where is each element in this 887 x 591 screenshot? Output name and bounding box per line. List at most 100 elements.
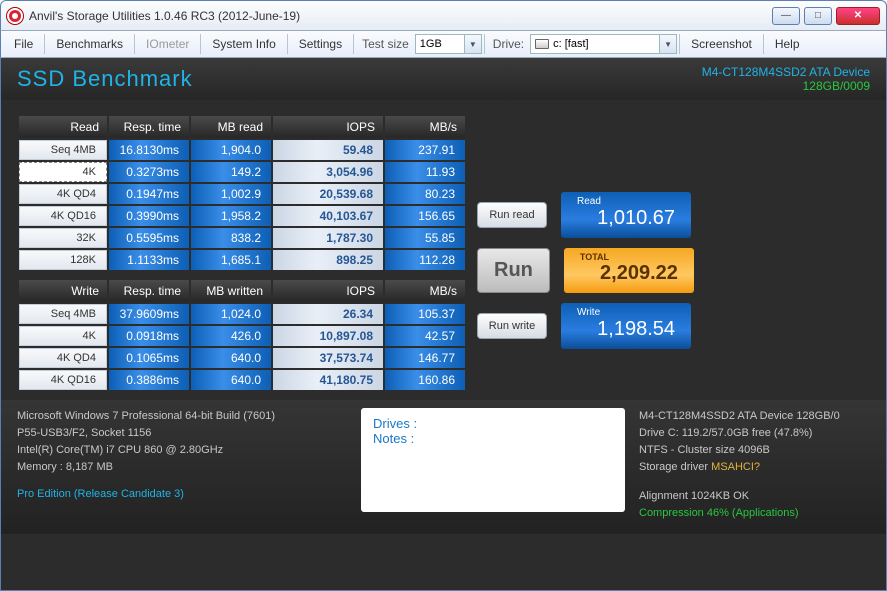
run-button[interactable]: Run xyxy=(477,248,550,293)
table-row: 4K QD40.1065ms640.037,573.74146.77 xyxy=(19,348,465,368)
close-button[interactable]: ✕ xyxy=(836,7,880,25)
cell-value: 0.3990ms xyxy=(109,206,189,226)
sys-line: Intel(R) Core(TM) i7 CPU 860 @ 2.80GHz xyxy=(17,442,347,459)
col-mb-written: MB written xyxy=(191,280,271,302)
cell-value: 1,958.2 xyxy=(191,206,271,226)
sys-line: Microsoft Windows 7 Professional 64-bit … xyxy=(17,408,347,425)
cell-value: 41,180.75 xyxy=(273,370,383,390)
drive-line: NTFS - Cluster size 4096B xyxy=(639,442,870,459)
run-write-button[interactable]: Run write xyxy=(477,313,547,339)
read-score-label: Read xyxy=(577,196,675,207)
col-resp-time: Resp. time xyxy=(109,116,189,138)
table-row: 4K QD40.1947ms1,002.920,539.6880.23 xyxy=(19,184,465,204)
cell-value: 237.91 xyxy=(385,140,465,160)
cell-value: 1,904.0 xyxy=(191,140,271,160)
chevron-down-icon[interactable]: ▼ xyxy=(465,34,482,54)
device-capacity: 128GB/0009 xyxy=(702,79,870,93)
menu-screenshot[interactable]: Screenshot xyxy=(682,33,761,55)
minimize-button[interactable]: — xyxy=(772,7,800,25)
cell-value: 11.93 xyxy=(385,162,465,182)
table-row: Seq 4MB16.8130ms1,904.059.48237.91 xyxy=(19,140,465,160)
cell-value: 0.1947ms xyxy=(109,184,189,204)
drive-line: Compression 46% (Applications) xyxy=(639,505,870,522)
cell-value: 42.57 xyxy=(385,326,465,346)
cell-value: 640.0 xyxy=(191,370,271,390)
drive-line: Drive C: 119.2/57.0GB free (47.8%) xyxy=(639,425,870,442)
drive-combo[interactable]: c: [fast] ▼ xyxy=(530,34,677,54)
cell-value: 1,024.0 xyxy=(191,304,271,324)
drive-info-block: M4-CT128M4SSD2 ATA Device 128GB/0 Drive … xyxy=(639,408,870,522)
col-iops: IOPS xyxy=(273,280,383,302)
row-label[interactable]: 4K QD4 xyxy=(19,184,107,204)
sys-line: P55-USB3/F2, Socket 1156 xyxy=(17,425,347,442)
write-score-value: 1,198.54 xyxy=(577,318,675,341)
table-row: 4K QD160.3886ms640.041,180.75160.86 xyxy=(19,370,465,390)
page-title: SSD Benchmark xyxy=(17,66,702,92)
cell-value: 26.34 xyxy=(273,304,383,324)
drive-line: Alignment 1024KB OK xyxy=(639,488,870,505)
row-label[interactable]: 4K xyxy=(19,162,107,182)
row-label[interactable]: 4K QD4 xyxy=(19,348,107,368)
notes-box[interactable]: Drives : Notes : xyxy=(361,408,625,512)
maximize-button[interactable]: □ xyxy=(804,7,832,25)
total-score-value: 2,209.22 xyxy=(580,262,678,285)
cell-value: 0.3886ms xyxy=(109,370,189,390)
table-row: 4K0.0918ms426.010,897.0842.57 xyxy=(19,326,465,346)
sys-line: Memory : 8,187 MB xyxy=(17,459,347,476)
drive-value[interactable]: c: [fast] xyxy=(530,34,660,54)
row-label[interactable]: 4K QD16 xyxy=(19,206,107,226)
menu-file[interactable]: File xyxy=(5,33,42,55)
row-label[interactable]: Seq 4MB xyxy=(19,304,107,324)
read-table: Read Resp. time MB read IOPS MB/s Seq 4M… xyxy=(17,114,467,272)
edition-label: Pro Edition (Release Candidate 3) xyxy=(17,486,184,503)
test-size-value[interactable]: 1GB xyxy=(415,34,465,54)
cell-value: 1,002.9 xyxy=(191,184,271,204)
col-iops: IOPS xyxy=(273,116,383,138)
cell-value: 40,103.67 xyxy=(273,206,383,226)
cell-value: 1,787.30 xyxy=(273,228,383,248)
row-label[interactable]: 32K xyxy=(19,228,107,248)
col-mb-read: MB read xyxy=(191,116,271,138)
toolbar: File Benchmarks IOmeter System Info Sett… xyxy=(0,30,887,58)
cell-value: 37,573.74 xyxy=(273,348,383,368)
write-score-box: Write 1,198.54 xyxy=(561,303,691,349)
cell-value: 156.65 xyxy=(385,206,465,226)
cell-value: 426.0 xyxy=(191,326,271,346)
drive-line: M4-CT128M4SSD2 ATA Device 128GB/0 xyxy=(639,408,870,425)
cell-value: 146.77 xyxy=(385,348,465,368)
cell-value: 55.85 xyxy=(385,228,465,248)
col-mbs: MB/s xyxy=(385,116,465,138)
col-mbs: MB/s xyxy=(385,280,465,302)
drive-label: Drive: xyxy=(487,37,530,51)
cell-value: 10,897.08 xyxy=(273,326,383,346)
notes-drives-label: Drives : xyxy=(373,416,613,431)
cell-value: 640.0 xyxy=(191,348,271,368)
cell-value: 160.86 xyxy=(385,370,465,390)
cell-value: 0.0918ms xyxy=(109,326,189,346)
menu-system-info[interactable]: System Info xyxy=(203,33,284,55)
row-label[interactable]: 4K QD16 xyxy=(19,370,107,390)
read-score-box: Read 1,010.67 xyxy=(561,192,691,238)
table-row: 4K QD160.3990ms1,958.240,103.67156.65 xyxy=(19,206,465,226)
table-row: 4K0.3273ms149.23,054.9611.93 xyxy=(19,162,465,182)
cell-value: 898.25 xyxy=(273,250,383,270)
read-score-value: 1,010.67 xyxy=(577,207,675,230)
menu-help[interactable]: Help xyxy=(766,33,809,55)
cell-value: 1,685.1 xyxy=(191,250,271,270)
row-label[interactable]: 4K xyxy=(19,326,107,346)
row-label[interactable]: Seq 4MB xyxy=(19,140,107,160)
chevron-down-icon[interactable]: ▼ xyxy=(660,34,677,54)
test-size-combo[interactable]: 1GB ▼ xyxy=(415,34,482,54)
menu-settings[interactable]: Settings xyxy=(290,33,351,55)
window-titlebar: Anvil's Storage Utilities 1.0.46 RC3 (20… xyxy=(0,0,887,30)
window-title: Anvil's Storage Utilities 1.0.46 RC3 (20… xyxy=(29,9,772,23)
col-resp-time: Resp. time xyxy=(109,280,189,302)
menu-iometer[interactable]: IOmeter xyxy=(137,33,198,55)
cell-value: 0.1065ms xyxy=(109,348,189,368)
row-label[interactable]: 128K xyxy=(19,250,107,270)
cell-value: 16.8130ms xyxy=(109,140,189,160)
total-score-label: TOTAL xyxy=(580,252,678,262)
run-read-button[interactable]: Run read xyxy=(477,202,547,228)
test-size-label: Test size xyxy=(356,37,415,51)
menu-benchmarks[interactable]: Benchmarks xyxy=(47,33,132,55)
